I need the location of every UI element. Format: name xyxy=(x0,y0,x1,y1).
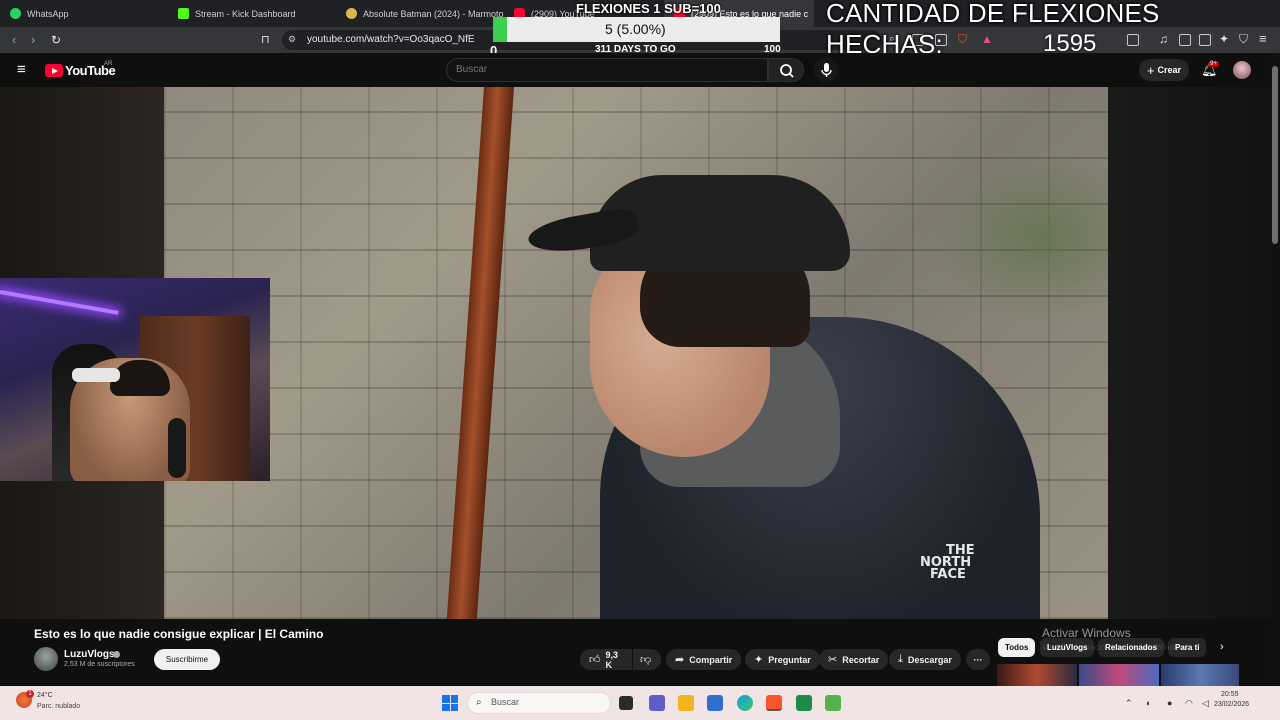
volume-icon[interactable]: ◁ xyxy=(1202,698,1209,709)
video-title: Esto es lo que nadie consigue explicar |… xyxy=(34,627,324,641)
windows-taskbar: 1 24°C Parc. nublado ⌕ Buscar ⌃ ◐ ● ◠ ◁ … xyxy=(0,686,1280,720)
share-arrow-icon: ➦ xyxy=(675,654,685,666)
marmoto-icon xyxy=(346,8,357,19)
tab-absolute-batman[interactable]: Absolute Batman (2024) - Marmoto xyxy=(336,0,504,27)
taskbar-search-placeholder: Buscar xyxy=(491,697,520,707)
teams-icon[interactable] xyxy=(649,695,665,711)
edge-icon[interactable] xyxy=(737,695,753,711)
share-label: Compartir xyxy=(689,654,733,665)
region-code: AR xyxy=(104,61,113,67)
north-face-logo: THE NORTH FACE xyxy=(920,543,975,582)
back-icon[interactable]: ‹ xyxy=(12,32,16,47)
file-explorer-icon[interactable] xyxy=(678,695,694,711)
clip-label: Recortar xyxy=(842,654,880,665)
like-button[interactable]: 👍︎ 9,3 K xyxy=(580,649,632,670)
site-info-icon[interactable]: ⚙ xyxy=(288,34,296,45)
microphone-icon xyxy=(821,63,832,77)
hamburger-menu-icon[interactable]: ≡ xyxy=(17,61,26,78)
scissors-icon: ✂ xyxy=(828,654,838,666)
goal-title: FLEXIONES 1 SUB=100 xyxy=(576,1,721,16)
windows-start-icon[interactable] xyxy=(442,695,458,711)
channel-name[interactable]: LuzuVlogs xyxy=(64,649,115,660)
brave-icon[interactable] xyxy=(766,695,782,711)
thumbs-down-icon: 👎︎ xyxy=(640,654,652,666)
webcam-microphone xyxy=(168,418,186,478)
microphone-tray-icon[interactable]: ● xyxy=(1167,698,1172,708)
recommended-thumbnail[interactable] xyxy=(1079,664,1159,686)
notification-badge: 9+ xyxy=(1208,61,1219,67)
weather-alert-badge: 1 xyxy=(26,690,34,698)
tab-label: Absolute Batman (2024) - Marmoto xyxy=(363,8,504,19)
voice-search-button[interactable] xyxy=(814,58,838,82)
ask-button[interactable]: ✦ Preguntar xyxy=(745,649,820,670)
walking-staff xyxy=(446,87,514,619)
webcam-overlay xyxy=(0,278,270,481)
webcam-headband xyxy=(72,368,120,382)
whatsapp-icon xyxy=(10,8,21,19)
forward-icon[interactable]: › xyxy=(31,32,35,47)
tab-kick-dashboard[interactable]: Stream - Kick Dashboard xyxy=(168,0,336,27)
plus-icon: + xyxy=(1146,62,1155,78)
activate-windows-title: Activar Windows xyxy=(1042,626,1131,640)
verified-icon xyxy=(113,651,120,658)
chevron-up-icon[interactable]: ⌃ xyxy=(1125,698,1133,709)
download-label: Descargar xyxy=(907,654,952,665)
taskbar-search[interactable] xyxy=(467,692,611,714)
app-icon[interactable] xyxy=(825,695,841,711)
ask-label: Preguntar xyxy=(768,654,811,665)
taskbar-time[interactable]: 20:55 xyxy=(1221,691,1239,698)
search-icon: ⌕ xyxy=(476,697,482,708)
more-actions-button[interactable]: ··· xyxy=(966,649,990,670)
thumbs-up-icon: 👍︎ xyxy=(589,654,601,666)
subscribe-button[interactable]: Suscribirme xyxy=(154,649,220,670)
goal-progress-text: 5 (5.00%) xyxy=(605,21,666,37)
app-icon[interactable] xyxy=(796,695,812,711)
dislike-button[interactable]: 👎︎ xyxy=(633,649,661,670)
goal-progress-fill xyxy=(493,17,508,42)
clip-button[interactable]: ✂ Recortar xyxy=(819,649,889,670)
avatar[interactable] xyxy=(1233,61,1251,79)
youtube-header: ≡ YouTube AR Buscar + Crear 🔔︎ 9+ xyxy=(0,53,1270,87)
tab-whatsapp[interactable]: WhatsApp xyxy=(0,0,168,27)
taskbar-date[interactable]: 23/02/2026 xyxy=(1214,701,1249,708)
weather-condition: Parc. nublado xyxy=(37,703,81,710)
network-tray-icon[interactable]: ◐ xyxy=(1146,698,1151,708)
scrollbar-thumb[interactable] xyxy=(1272,66,1278,244)
share-button[interactable]: ➦ Compartir xyxy=(666,649,742,670)
like-count: 9,3 K xyxy=(605,649,619,670)
sparkle-icon: ✦ xyxy=(754,654,764,666)
youtube-logo-icon[interactable] xyxy=(45,64,63,77)
search-button[interactable] xyxy=(768,58,804,82)
bookmark-icon[interactable]: ⊓ xyxy=(261,33,270,46)
recommended-thumbnail[interactable] xyxy=(1161,664,1239,686)
tab-label: WhatsApp xyxy=(27,8,69,19)
download-button[interactable]: ⤓ Descargar xyxy=(889,649,961,670)
recommended-thumbnail[interactable] xyxy=(997,664,1077,686)
store-icon[interactable] xyxy=(707,695,723,711)
video-letterbox-right xyxy=(1108,87,1270,619)
kick-icon xyxy=(178,8,189,19)
search-input[interactable] xyxy=(446,58,768,82)
wifi-icon[interactable]: ◠ xyxy=(1185,698,1193,709)
search-icon xyxy=(780,64,794,78)
reload-icon[interactable]: ↻ xyxy=(51,33,61,47)
create-label: Crear xyxy=(1157,65,1182,75)
activate-windows-subtitle: Ve a Configuración para activar Windows. xyxy=(1042,643,1191,652)
channel-subscribers: 2,53 M de suscriptores xyxy=(64,661,135,668)
weather-temperature: 24°C xyxy=(37,692,53,699)
chip-all[interactable]: Todos xyxy=(998,638,1036,657)
download-icon: ⤓ xyxy=(898,653,903,665)
channel-avatar[interactable] xyxy=(34,647,58,671)
tab-label: Stream - Kick Dashboard xyxy=(195,8,296,19)
create-button[interactable]: + Crear xyxy=(1139,59,1189,81)
url-text: youtube.com/watch?v=Oo3qacO_NfE xyxy=(307,34,475,45)
task-view-icon[interactable] xyxy=(619,696,633,710)
more-icon: ··· xyxy=(973,654,983,665)
search-placeholder: Buscar xyxy=(456,64,488,75)
